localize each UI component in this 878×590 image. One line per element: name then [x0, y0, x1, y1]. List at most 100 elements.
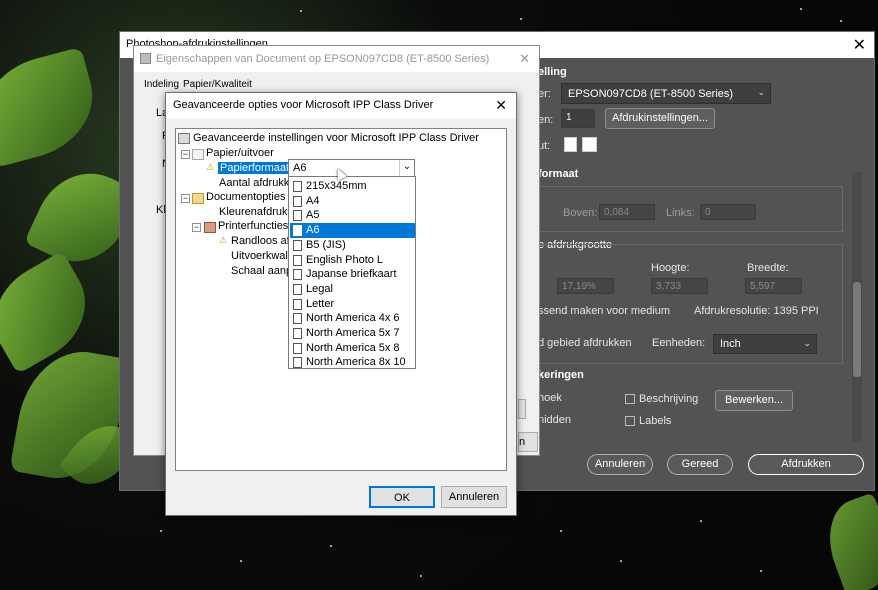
copies-label: en: [538, 114, 554, 126]
paper-size-option[interactable]: Japanse briefkaart [290, 267, 415, 282]
warning-icon: ⚠ [219, 235, 228, 245]
width-label: Breedte: [747, 262, 789, 274]
description-label: Beschrijving [639, 393, 699, 405]
document-icon [293, 239, 302, 251]
paper-size-option[interactable]: English Photo L [290, 253, 415, 268]
width-input[interactable]: 5,597 [745, 278, 802, 294]
printer-select[interactable]: EPSON097CD8 (ET-8500 Series) ⌄ [561, 83, 771, 104]
left-input[interactable]: 0 [700, 204, 756, 220]
tree-paper-size-label[interactable]: Papierformaat: [218, 162, 295, 174]
corner-label[interactable]: hoek [538, 392, 562, 404]
dialog-title: Eigenschappen van Document op EPSON097CD… [156, 53, 490, 65]
crop-label[interactable]: nidden [538, 414, 571, 426]
tree-output-quality[interactable]: Uitvoerkwalit [231, 250, 293, 262]
paper-size-option[interactable]: North America 8x 10 [290, 355, 415, 370]
paper-size-option-label: A5 [306, 209, 320, 222]
paper-size-option[interactable]: North America 5x 7 [290, 326, 415, 341]
title-bar: Eigenschappen van Document op EPSON097CD… [134, 46, 539, 72]
scrollbar-track[interactable] [852, 172, 862, 442]
leaf-shape [0, 46, 106, 169]
paper-size-option[interactable]: A5 [290, 208, 415, 223]
section-position: formaat [538, 168, 579, 180]
tab-paper-quality[interactable]: Papier/Kwaliteit [183, 79, 252, 90]
tree-borderless[interactable]: Randloos afd [231, 235, 296, 247]
scale-input[interactable]: 17,19% [557, 278, 614, 294]
close-icon[interactable]: ✕ [519, 51, 530, 67]
units-value: Inch [720, 338, 741, 350]
copies-input[interactable]: 1 [561, 109, 595, 128]
ok-button[interactable]: OK [369, 486, 435, 508]
document-icon [293, 328, 302, 339]
partial-button[interactable]: n [518, 432, 538, 452]
document-icon [293, 298, 302, 310]
paper-size-option[interactable]: A4 [290, 194, 415, 209]
scrollbar-thumb[interactable] [853, 282, 861, 377]
documents-icon [192, 193, 204, 204]
tree-document-options[interactable]: Documentopties [206, 191, 286, 203]
document-icon [293, 313, 302, 325]
units-label: Eenheden: [652, 337, 706, 349]
tree-color-printing[interactable]: Kleurenafdrukm [219, 206, 297, 218]
tree-printer-features[interactable]: Printerfuncties [218, 220, 288, 232]
partial-button[interactable] [518, 399, 526, 419]
units-select[interactable]: Inch ⌄ [713, 334, 817, 354]
star [300, 10, 302, 12]
paper-size-option-label: North America 5x 8 [306, 341, 400, 354]
paper-size-option[interactable]: 215x345mm [290, 179, 415, 194]
paper-size-dropdown[interactable]: 215x345mm A4 A5 A6 B5 (JIS) English Photo L Ja… [288, 176, 416, 369]
document-icon [293, 210, 302, 222]
landscape-icon[interactable] [582, 137, 597, 152]
chevron-down-icon: ⌄ [757, 87, 765, 97]
cancel-button[interactable]: Annuleren [587, 454, 653, 475]
paper-size-option[interactable]: B5 (JIS) [290, 238, 415, 253]
cancel-button[interactable]: Annuleren [441, 486, 507, 508]
chevron-down-icon[interactable]: ⌄ [399, 160, 414, 176]
print-button[interactable]: Afdrukken [748, 454, 864, 475]
paper-size-option[interactable]: North America 5x 8 [290, 341, 415, 356]
star [520, 18, 522, 20]
tree-paper-output[interactable]: Papier/uitvoer [206, 147, 274, 159]
chevron-down-icon: ⌄ [803, 338, 811, 348]
labels-checkbox[interactable] [625, 416, 635, 426]
document-icon [293, 269, 302, 281]
top-label: Boven: [563, 207, 598, 219]
height-input[interactable]: 3,733 [651, 278, 708, 294]
warning-icon: ⚠ [206, 162, 215, 172]
top-input[interactable]: 0,084 [599, 204, 655, 220]
document-icon [293, 283, 302, 295]
section-marks: keringen [538, 369, 584, 381]
paper-size-option[interactable]: Legal [290, 282, 415, 297]
document-icon [293, 181, 302, 192]
paper-size-option[interactable]: North America 4x 6 [290, 311, 415, 326]
print-resolution: Afdrukresolutie: 1395 PPI [694, 305, 819, 317]
dialog-title: Geavanceerde opties voor Microsoft IPP C… [173, 99, 434, 111]
title-bar: Geavanceerde opties voor Microsoft IPP C… [166, 93, 516, 119]
paper-size-value: A6 [293, 162, 307, 174]
done-button[interactable]: Gereed [667, 454, 733, 475]
printer-icon [140, 53, 151, 64]
print-settings-button[interactable]: Afdrukinstellingen... [605, 108, 715, 129]
edit-button[interactable]: Bewerken... [715, 390, 793, 411]
description-checkbox[interactable] [625, 394, 635, 404]
paper-icon [192, 149, 204, 160]
partial-button-label: n [519, 436, 526, 448]
paper-size-option-label: North America 5x 7 [306, 327, 400, 339]
height-label: Hoogte: [651, 262, 690, 274]
collapse-toggle[interactable]: − [192, 223, 201, 232]
close-icon[interactable]: ✕ [495, 97, 507, 114]
star [330, 545, 332, 547]
paper-size-option[interactable]: A6 [290, 223, 415, 239]
star [760, 570, 762, 572]
tree-root: Geavanceerde instellingen voor Microsoft… [193, 132, 479, 144]
close-icon[interactable]: ✕ [853, 35, 866, 55]
tab-layout[interactable]: Indeling [144, 79, 179, 90]
fit-media-label[interactable]: ssend maken voor medium [538, 305, 670, 317]
paper-size-option[interactable]: Letter [290, 297, 415, 312]
portrait-icon[interactable] [564, 137, 577, 152]
paper-size-combo[interactable]: A6 ⌄ [288, 159, 415, 177]
collapse-toggle[interactable]: − [181, 150, 190, 159]
printer-features-icon [204, 222, 216, 233]
collapse-toggle[interactable]: − [181, 194, 190, 203]
paper-size-option-label: Legal [306, 282, 333, 295]
print-area-label[interactable]: d gebied afdrukken [538, 337, 632, 349]
